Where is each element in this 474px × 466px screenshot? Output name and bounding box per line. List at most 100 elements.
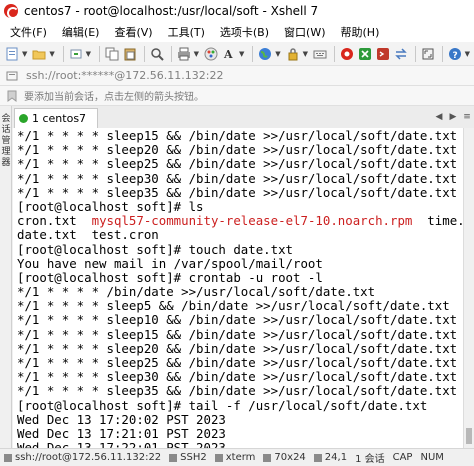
toolbar-divider	[62, 45, 64, 62]
hint-bar: 要添加当前会话，点击左侧的箭头按钮。	[0, 86, 474, 106]
toolbar: ▼ ▼ ▼ ▼ A ▼ ▼ ▼ ? ▼	[0, 42, 474, 66]
terminal-line: */1 * * * * sleep15 && /bin/date >>/usr/…	[17, 128, 463, 143]
xmanager-icon[interactable]	[357, 45, 373, 63]
title-bar: centos7 - root@localhost:/usr/local/soft…	[0, 0, 474, 22]
terminal-text: [root@localhost soft]# crontab -u root -…	[17, 269, 323, 285]
address-bar[interactable]: ssh://root:******@172.56.11.132:22	[0, 66, 474, 86]
status-size: 70x24	[259, 452, 309, 463]
menu-tabs[interactable]: 选项卡(B)	[210, 24, 274, 40]
window-title: centos7 - root@localhost:/usr/local/soft…	[24, 4, 319, 18]
session-manager-panel[interactable]: 会话管理器	[0, 106, 12, 448]
terminal-text: */1 * * * * sleep10 && /bin/date >>/usr/…	[17, 312, 458, 328]
terminal-line: */1 * * * * sleep20 && /bin/date >>/usr/…	[17, 340, 463, 356]
toolbar-divider	[334, 45, 335, 62]
terminal-line: You have new mail in /var/spool/mail/roo…	[17, 255, 463, 271]
chevron-down-icon[interactable]: ▼	[275, 50, 280, 58]
menu-edit[interactable]: 编辑(E)	[52, 24, 105, 40]
open-folder-icon[interactable]	[31, 45, 47, 63]
address-icon	[6, 70, 18, 82]
svg-text:?: ?	[452, 51, 457, 61]
terminal-line: */1 * * * * sleep15 && /bin/date >>/usr/…	[17, 327, 463, 342]
find-icon[interactable]	[149, 45, 165, 63]
terminal-text: [root@localhost soft]# ls	[17, 198, 204, 214]
address-text[interactable]: ssh://root:******@172.56.11.132:22	[26, 69, 224, 82]
connection-icon	[4, 453, 12, 462]
globe-icon[interactable]	[257, 45, 273, 63]
terminal-line: */1 * * * * sleep25 && /bin/date >>/usr/…	[17, 355, 463, 370]
terminal-text: You have new mail in /var/spool/mail/roo…	[17, 255, 323, 271]
terminal-text: */1 * * * * sleep20 && /bin/date >>/usr/…	[17, 340, 458, 356]
tab-scroll-left-icon[interactable]: ◀	[432, 110, 446, 124]
menu-view[interactable]: 查看(V)	[104, 24, 157, 40]
status-position-text: 24,1	[324, 452, 348, 463]
terminal-line: */1 * * * * sleep10 && /bin/date >>/usr/…	[17, 313, 463, 327]
terminal-text: Wed Dec 13 17:22:01 PST 2023	[17, 440, 226, 448]
reconnect-icon[interactable]	[68, 45, 84, 63]
menu-file[interactable]: 文件(F)	[0, 24, 52, 40]
transfer-icon[interactable]	[393, 45, 409, 63]
xshell-app-icon	[4, 4, 19, 19]
scrollbar-thumb[interactable]	[466, 428, 472, 444]
chevron-down-icon[interactable]: ▼	[465, 50, 470, 58]
status-sessions: 1 会话	[355, 454, 385, 465]
bookmark-arrow-icon[interactable]	[6, 90, 18, 102]
terminal-text: */1 * * * * /bin/date >>/usr/local/soft/…	[17, 284, 376, 300]
keyboard-icon[interactable]	[312, 45, 328, 63]
chevron-down-icon[interactable]: ▼	[303, 50, 308, 58]
status-position: 24,1	[310, 452, 351, 463]
xshell-icon[interactable]	[375, 45, 391, 63]
chevron-down-icon[interactable]: ▼	[86, 50, 91, 58]
toolbar-divider	[99, 45, 100, 62]
terminal-text: */1 * * * * sleep20 && /bin/date >>/usr/…	[17, 142, 458, 158]
color-scheme-icon[interactable]	[203, 45, 219, 63]
hint-text: 要添加当前会话，点击左侧的箭头按钮。	[24, 92, 204, 103]
terminal-screen[interactable]: */1 * * * * sleep15 && /bin/date >>/usr/…	[13, 128, 463, 448]
terminal-line: cron.txt mysql57-community-release-el7-1…	[17, 214, 463, 228]
protocol-icon	[169, 453, 178, 462]
tab-label: 1 centos7	[32, 112, 87, 125]
terminal-line: */1 * * * * /bin/date >>/usr/local/soft/…	[17, 284, 463, 300]
terminal-text: */1 * * * * sleep35 && /bin/date >>/usr/…	[17, 184, 458, 200]
terminal-text: date.txt test.cron	[17, 227, 159, 243]
font-icon[interactable]: A	[221, 45, 237, 63]
tab-centos7[interactable]: 1 centos7	[14, 108, 98, 128]
status-connection: ssh://root@172.56.11.132:22	[0, 452, 165, 463]
terminal-text: [root@localhost soft]# touch date.txt	[17, 241, 294, 257]
toolbar-divider	[170, 45, 172, 62]
chevron-down-icon[interactable]: ▼	[239, 50, 244, 58]
paste-icon[interactable]	[122, 45, 138, 63]
terminal-line: */1 * * * * sleep5 && /bin/date >>/usr/l…	[17, 299, 463, 313]
terminal-text: */1 * * * * sleep30 && /bin/date >>/usr/…	[17, 369, 458, 385]
new-session-icon[interactable]	[4, 45, 20, 63]
terminal-text: */1 * * * * sleep25 && /bin/date >>/usr/…	[17, 156, 458, 172]
toolbar-divider	[143, 45, 145, 62]
terminal-line: */1 * * * * sleep30 && /bin/date >>/usr/…	[17, 171, 463, 186]
status-terminal-type: xterm	[211, 452, 260, 463]
tab-menu-icon[interactable]: ≡	[460, 110, 474, 124]
chevron-down-icon[interactable]: ▼	[194, 50, 199, 58]
tab-scroll-right-icon[interactable]: ▶	[446, 110, 460, 124]
fullscreen-icon[interactable]	[420, 45, 436, 63]
lock-icon[interactable]	[285, 45, 301, 63]
terminal-line: */1 * * * * sleep30 && /bin/date >>/usr/…	[17, 370, 463, 384]
menu-window[interactable]: 窗口(W)	[274, 24, 330, 40]
terminal-line: [root@localhost soft]# tail -f /usr/loca…	[17, 397, 463, 413]
chevron-down-icon[interactable]: ▼	[22, 50, 27, 58]
terminal-line: date.txt test.cron	[17, 228, 463, 242]
menu-tools[interactable]: 工具(T)	[158, 24, 210, 40]
terminal-text: */1 * * * * sleep25 && /bin/date >>/usr/…	[17, 355, 458, 370]
xftp-icon[interactable]	[339, 45, 355, 63]
chevron-down-icon[interactable]: ▼	[49, 50, 54, 58]
menu-help[interactable]: 帮助(H)	[331, 24, 385, 40]
session-manager-label[interactable]: 会话管理器	[0, 114, 12, 169]
terminal-text: [root@localhost soft]# tail -f /usr/loca…	[17, 397, 428, 413]
help-icon[interactable]: ?	[447, 45, 463, 63]
terminal-line: Wed Dec 13 17:22:01 PST 2023	[17, 441, 463, 448]
terminal-line: Wed Dec 13 17:20:02 PST 2023	[17, 412, 463, 427]
copy-icon[interactable]	[104, 45, 120, 63]
terminal-output: */1 * * * * sleep15 && /bin/date >>/usr/…	[13, 128, 463, 448]
terminal-line: Wed Dec 13 17:21:01 PST 2023	[17, 426, 463, 441]
terminal-scrollbar[interactable]	[463, 128, 474, 448]
status-connection-text: ssh://root@172.56.11.132:22	[15, 452, 162, 463]
print-icon[interactable]	[176, 45, 192, 63]
